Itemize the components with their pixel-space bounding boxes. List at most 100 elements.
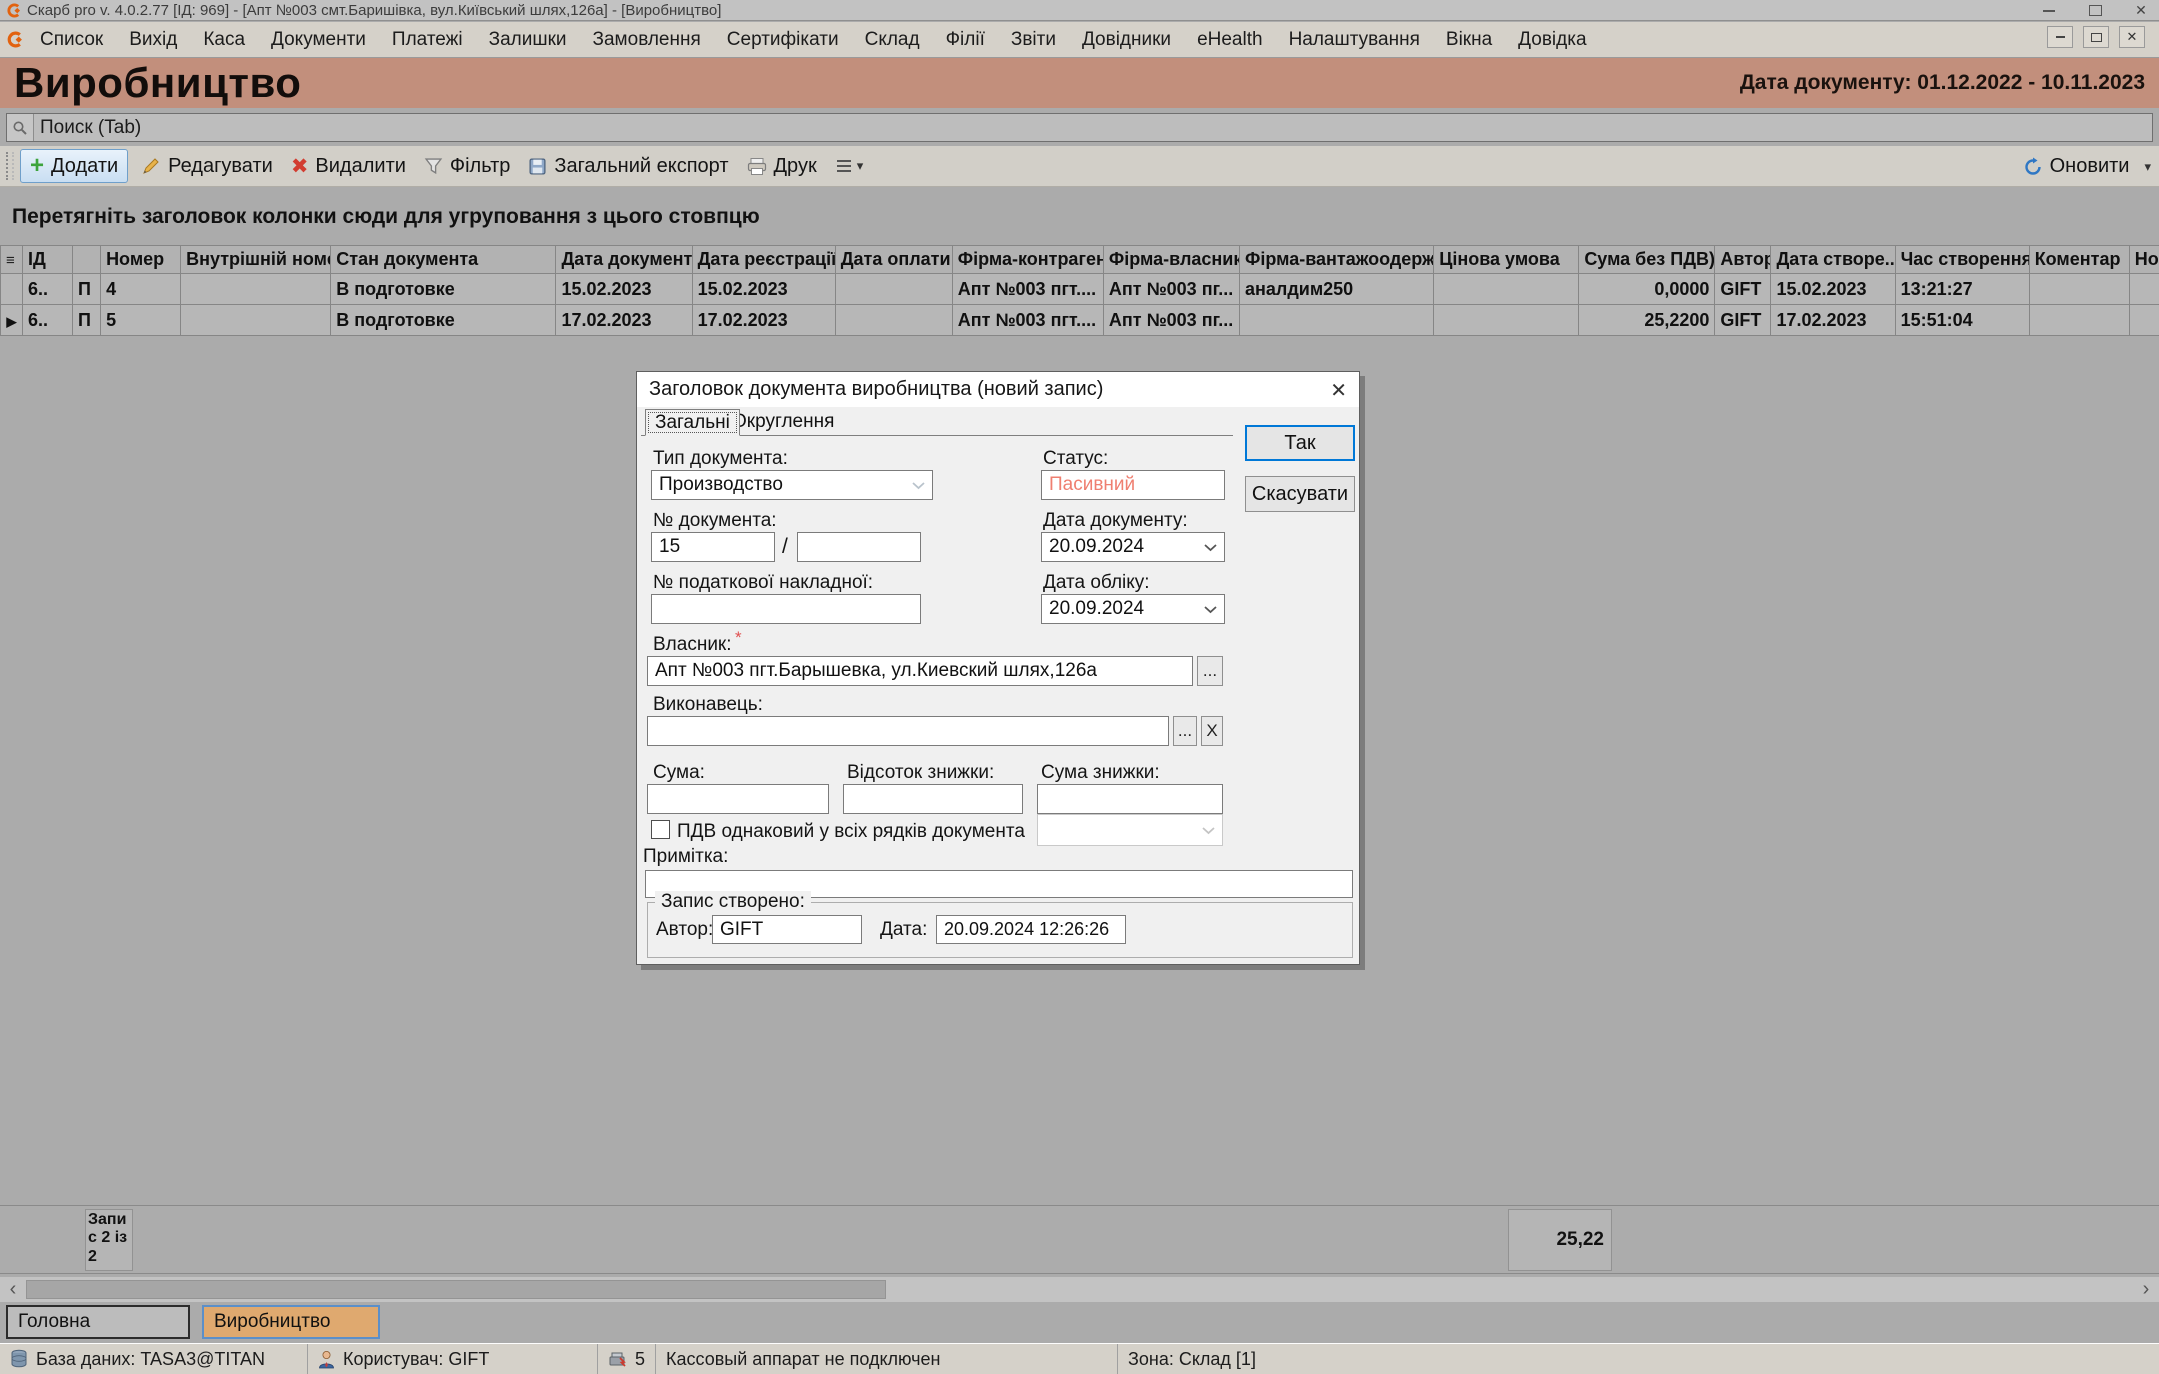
print-button[interactable]: Друк xyxy=(738,150,826,182)
doc-number-suffix-field[interactable] xyxy=(797,532,921,562)
user-text: Користувач: GIFT xyxy=(343,1349,489,1370)
group-by-hint: Перетягніть заголовок колонки сюди для у… xyxy=(12,205,760,229)
doc-date-picker[interactable]: 20.09.2024 xyxy=(1041,532,1225,562)
tab-general[interactable]: Загальні xyxy=(645,409,740,436)
refresh-button[interactable]: Оновити xyxy=(2014,151,2139,183)
mdi-restore-button[interactable] xyxy=(2083,26,2109,48)
menu-item-sertyfikaty[interactable]: Сертифікати xyxy=(714,29,852,51)
status-bar: База даних: TASA3@TITAN Користувач: GIFT… xyxy=(0,1343,2159,1374)
window-maximize-button[interactable] xyxy=(2087,4,2103,18)
column-header-status-letter[interactable] xyxy=(73,246,101,274)
executor-lookup-button[interactable]: ... xyxy=(1173,716,1197,746)
executor-field[interactable] xyxy=(647,716,1169,746)
owner-field[interactable]: Апт №003 пгт.Барышевка, ул.Киевский шлях… xyxy=(647,656,1193,686)
search-input[interactable]: Поиск (Tab) xyxy=(6,113,2153,142)
doc-date-value: 20.09.2024 xyxy=(1049,536,1144,558)
dialog-close-button[interactable]: ✕ xyxy=(1330,378,1347,403)
menu-item-dovidka[interactable]: Довідка xyxy=(1505,29,1599,51)
menu-item-filii[interactable]: Філії xyxy=(933,29,998,51)
bottom-tab-production[interactable]: Виробництво xyxy=(202,1305,380,1339)
row-marker-cell: ▶ xyxy=(1,305,23,336)
add-button[interactable]: + Додати xyxy=(20,149,128,183)
required-asterisk: * xyxy=(735,628,742,648)
bottom-tab-home[interactable]: Головна xyxy=(6,1305,190,1339)
cell-pay-date xyxy=(835,305,952,336)
column-header-consignee[interactable]: Фірма-вантажоодерж... xyxy=(1240,246,1434,274)
discount-percent-field[interactable] xyxy=(843,784,1023,814)
menu-item-nalashtuvannya[interactable]: Налаштування xyxy=(1276,29,1433,51)
toolbar-grip[interactable] xyxy=(6,152,14,180)
refresh-button-label: Оновити xyxy=(2050,155,2130,178)
menu-item-zamovlennya[interactable]: Замовлення xyxy=(580,29,714,51)
account-date-picker[interactable]: 20.09.2024 xyxy=(1041,594,1225,624)
menu-item-vyhid[interactable]: Вихід xyxy=(116,29,190,51)
column-header-sum-no-vat[interactable]: Сума без ПДВ): xyxy=(1579,246,1715,274)
menu-item-dovidnyky[interactable]: Довідники xyxy=(1069,29,1184,51)
window-close-button[interactable]: ✕ xyxy=(2133,4,2149,18)
refresh-chevron-down-icon[interactable]: ▾ xyxy=(2144,159,2151,175)
menu-item-platezhi[interactable]: Платежі xyxy=(379,29,476,51)
app-logo-icon xyxy=(6,3,21,18)
author-field: GIFT xyxy=(712,915,862,944)
ok-button[interactable]: Так xyxy=(1245,425,1355,461)
column-header-doc-state[interactable]: Стан документа xyxy=(331,246,556,274)
column-header-number[interactable]: Номер xyxy=(101,246,181,274)
scroll-right-arrow[interactable]: › xyxy=(2135,1277,2157,1302)
scroll-left-arrow[interactable]: ‹ xyxy=(2,1277,24,1302)
column-header-pay-date[interactable]: Дата оплати xyxy=(835,246,952,274)
discount-sum-field[interactable] xyxy=(1037,784,1223,814)
menu-item-sklad[interactable]: Склад xyxy=(852,29,933,51)
column-header-order-number[interactable]: Номер ко... xyxy=(2129,246,2159,274)
column-header-price-condition[interactable]: Цінова умова xyxy=(1434,246,1579,274)
menu-item-vikna[interactable]: Вікна xyxy=(1433,29,1505,51)
export-button[interactable]: Загальний експорт xyxy=(519,150,737,182)
executor-clear-button[interactable]: X xyxy=(1201,716,1223,746)
add-button-label: Додати xyxy=(51,155,118,178)
doc-number-field[interactable]: 15 xyxy=(651,532,775,562)
table-row[interactable]: 6.. П 4 В подготовке 15.02.2023 15.02.20… xyxy=(1,274,2159,305)
tab-rounding[interactable]: Округлення xyxy=(723,409,843,434)
cash-device-text: Кассовый аппарат не подключен xyxy=(666,1349,940,1370)
maximize-icon xyxy=(2089,5,2102,16)
table-row[interactable]: ▶ 6.. П 5 В подготовке 17.02.2023 17.02.… xyxy=(1,305,2159,336)
column-header-id[interactable]: ІД xyxy=(23,246,73,274)
window-minimize-button[interactable] xyxy=(2041,4,2057,18)
column-header-owner[interactable]: Фірма-власник xyxy=(1103,246,1239,274)
tax-invoice-field[interactable] xyxy=(651,594,921,624)
account-date-label: Дата обліку: xyxy=(1043,572,1150,594)
column-header-comment[interactable]: Коментар xyxy=(2029,246,2129,274)
menu-item-spisok[interactable]: Список xyxy=(27,29,116,51)
vat-rate-combo[interactable] xyxy=(1037,814,1223,846)
menu-item-zvity[interactable]: Звіти xyxy=(998,29,1069,51)
column-header-created-time[interactable]: Час створення xyxy=(1895,246,2029,274)
cancel-button[interactable]: Скасувати xyxy=(1245,476,1355,512)
horizontal-scrollbar[interactable]: ‹ › xyxy=(0,1277,2159,1302)
menu-item-zalyshky[interactable]: Залишки xyxy=(476,29,580,51)
vat-same-checkbox[interactable] xyxy=(651,820,670,839)
column-header-reg-date[interactable]: Дата реєстрації xyxy=(692,246,835,274)
sum-field[interactable] xyxy=(647,784,829,814)
grid-view-menu-button[interactable]: ▾ xyxy=(826,150,873,182)
column-header-internal-number[interactable]: Внутрішній номер xyxy=(181,246,331,274)
cell-status-letter: П xyxy=(73,305,101,336)
refresh-group: Оновити ▾ xyxy=(2014,146,2151,187)
delete-button[interactable]: ✖ Видалити xyxy=(282,150,415,182)
menu-item-ehealth[interactable]: eHealth xyxy=(1184,29,1276,51)
column-header-created-date[interactable]: Дата створе... xyxy=(1771,246,1895,274)
cell-contractor: Апт №003 пгт.... xyxy=(952,274,1103,305)
column-header-doc-date[interactable]: Дата документу xyxy=(556,246,692,274)
window-title: Скарб pro v. 4.0.2.77 [ІД: 969] - [Апт №… xyxy=(27,2,721,19)
owner-lookup-button[interactable]: ... xyxy=(1197,656,1223,686)
grid-options-button[interactable]: ≡ xyxy=(1,246,23,274)
edit-button[interactable]: Редагувати xyxy=(132,150,282,182)
scrollbar-thumb[interactable] xyxy=(26,1280,886,1299)
filter-button[interactable]: Фільтр xyxy=(415,150,519,182)
doc-type-combo[interactable]: Производство xyxy=(651,470,933,500)
mdi-minimize-button[interactable] xyxy=(2047,26,2073,48)
minimize-icon xyxy=(2043,10,2055,12)
column-header-author[interactable]: Автор xyxy=(1715,246,1771,274)
menu-item-dokumenty[interactable]: Документи xyxy=(258,29,379,51)
menu-item-kasa[interactable]: Каса xyxy=(190,29,258,51)
mdi-close-button[interactable]: ✕ xyxy=(2119,26,2145,48)
column-header-contractor[interactable]: Фірма-контрагент xyxy=(952,246,1103,274)
